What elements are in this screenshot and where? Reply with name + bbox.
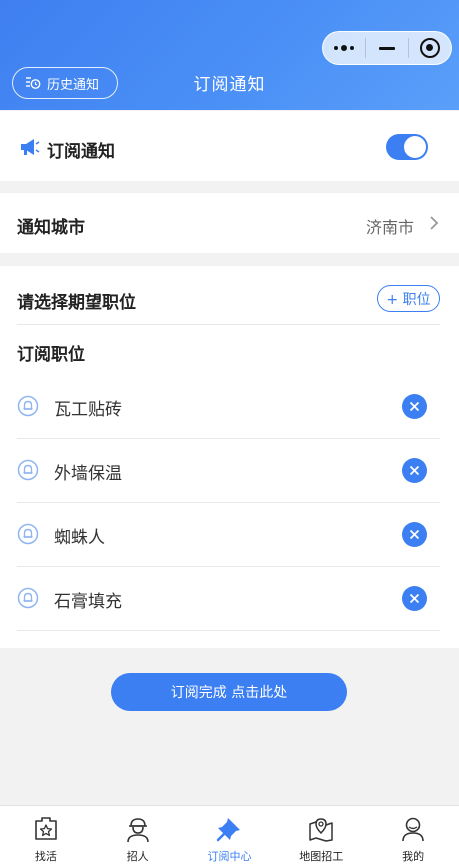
user-icon — [402, 817, 424, 842]
tab-label: 订阅中心 — [207, 850, 252, 863]
position-name: 蜘蛛人 — [54, 528, 105, 548]
mini-program-capsule — [322, 31, 452, 65]
divider — [17, 324, 440, 325]
toggle-knob — [404, 136, 426, 158]
position-name: 外墙保温 — [54, 464, 122, 484]
pin-icon — [217, 818, 241, 842]
bell-icon — [17, 459, 39, 481]
tab-hire[interactable]: 招人 — [92, 806, 184, 866]
subscribe-toggle[interactable] — [386, 134, 428, 160]
target-circle-icon — [420, 38, 440, 58]
star-box-icon — [35, 817, 57, 840]
subscribe-label: 订阅通知 — [47, 142, 115, 162]
remove-position-button[interactable] — [402, 394, 427, 419]
page-title: 订阅通知 — [193, 75, 266, 95]
tab-label: 招人 — [126, 850, 149, 863]
select-position-label: 请选择期望职位 — [17, 293, 136, 313]
position-name: 瓦工贴砖 — [54, 400, 122, 420]
close-icon — [409, 529, 420, 540]
bell-icon — [17, 587, 39, 609]
tab-label: 找活 — [34, 850, 57, 863]
tab-bar: 找活 招人 订阅中心 地图招工 我的 — [0, 805, 459, 866]
minus-icon — [379, 46, 395, 50]
tab-label: 地图招工 — [299, 850, 344, 863]
more-button[interactable] — [323, 31, 365, 65]
map-icon — [309, 818, 334, 842]
minimize-button[interactable] — [366, 31, 408, 65]
remove-position-button[interactable] — [402, 522, 427, 547]
subscribe-done-button[interactable]: 订阅完成 点击此处 — [111, 673, 347, 711]
chevron-right-icon — [430, 216, 439, 230]
bell-icon — [17, 395, 39, 417]
subscribe-card: 订阅通知 — [0, 111, 459, 181]
remove-position-button[interactable] — [402, 458, 427, 483]
position-item: 石膏填充 — [17, 567, 440, 631]
close-icon — [409, 401, 420, 412]
tab-find-work[interactable]: 找活 — [0, 806, 92, 866]
worker-helmet-icon — [126, 818, 149, 843]
tab-map-hire[interactable]: 地图招工 — [275, 806, 367, 866]
tab-label: 我的 — [402, 850, 425, 863]
position-name: 石膏填充 — [54, 592, 122, 612]
city-card[interactable]: 通知城市 济南市 — [0, 193, 459, 253]
city-value: 济南市 — [365, 218, 414, 237]
city-label: 通知城市 — [17, 218, 85, 238]
megaphone-icon — [21, 139, 40, 155]
close-icon — [409, 593, 420, 604]
close-program-button[interactable] — [409, 31, 451, 65]
remove-position-button[interactable] — [402, 586, 427, 611]
position-item: 外墙保温 — [17, 439, 440, 503]
position-item: 瓦工贴砖 — [17, 375, 440, 439]
bell-icon — [17, 523, 39, 545]
subscribed-positions-label: 订阅职位 — [17, 345, 85, 365]
tab-subscription-center[interactable]: 订阅中心 — [184, 806, 276, 866]
more-dots-icon — [334, 45, 354, 51]
header: 历史通知 订阅通知 — [0, 0, 459, 110]
close-icon — [409, 465, 420, 476]
positions-card: 请选择期望职位 + 职位 订阅职位 瓦工贴砖 外墙保温 蜘蛛人 石膏填充 — [0, 266, 459, 648]
add-position-button[interactable]: + 职位 — [377, 285, 440, 312]
tab-mine[interactable]: 我的 — [367, 806, 459, 866]
position-item: 蜘蛛人 — [17, 503, 440, 567]
